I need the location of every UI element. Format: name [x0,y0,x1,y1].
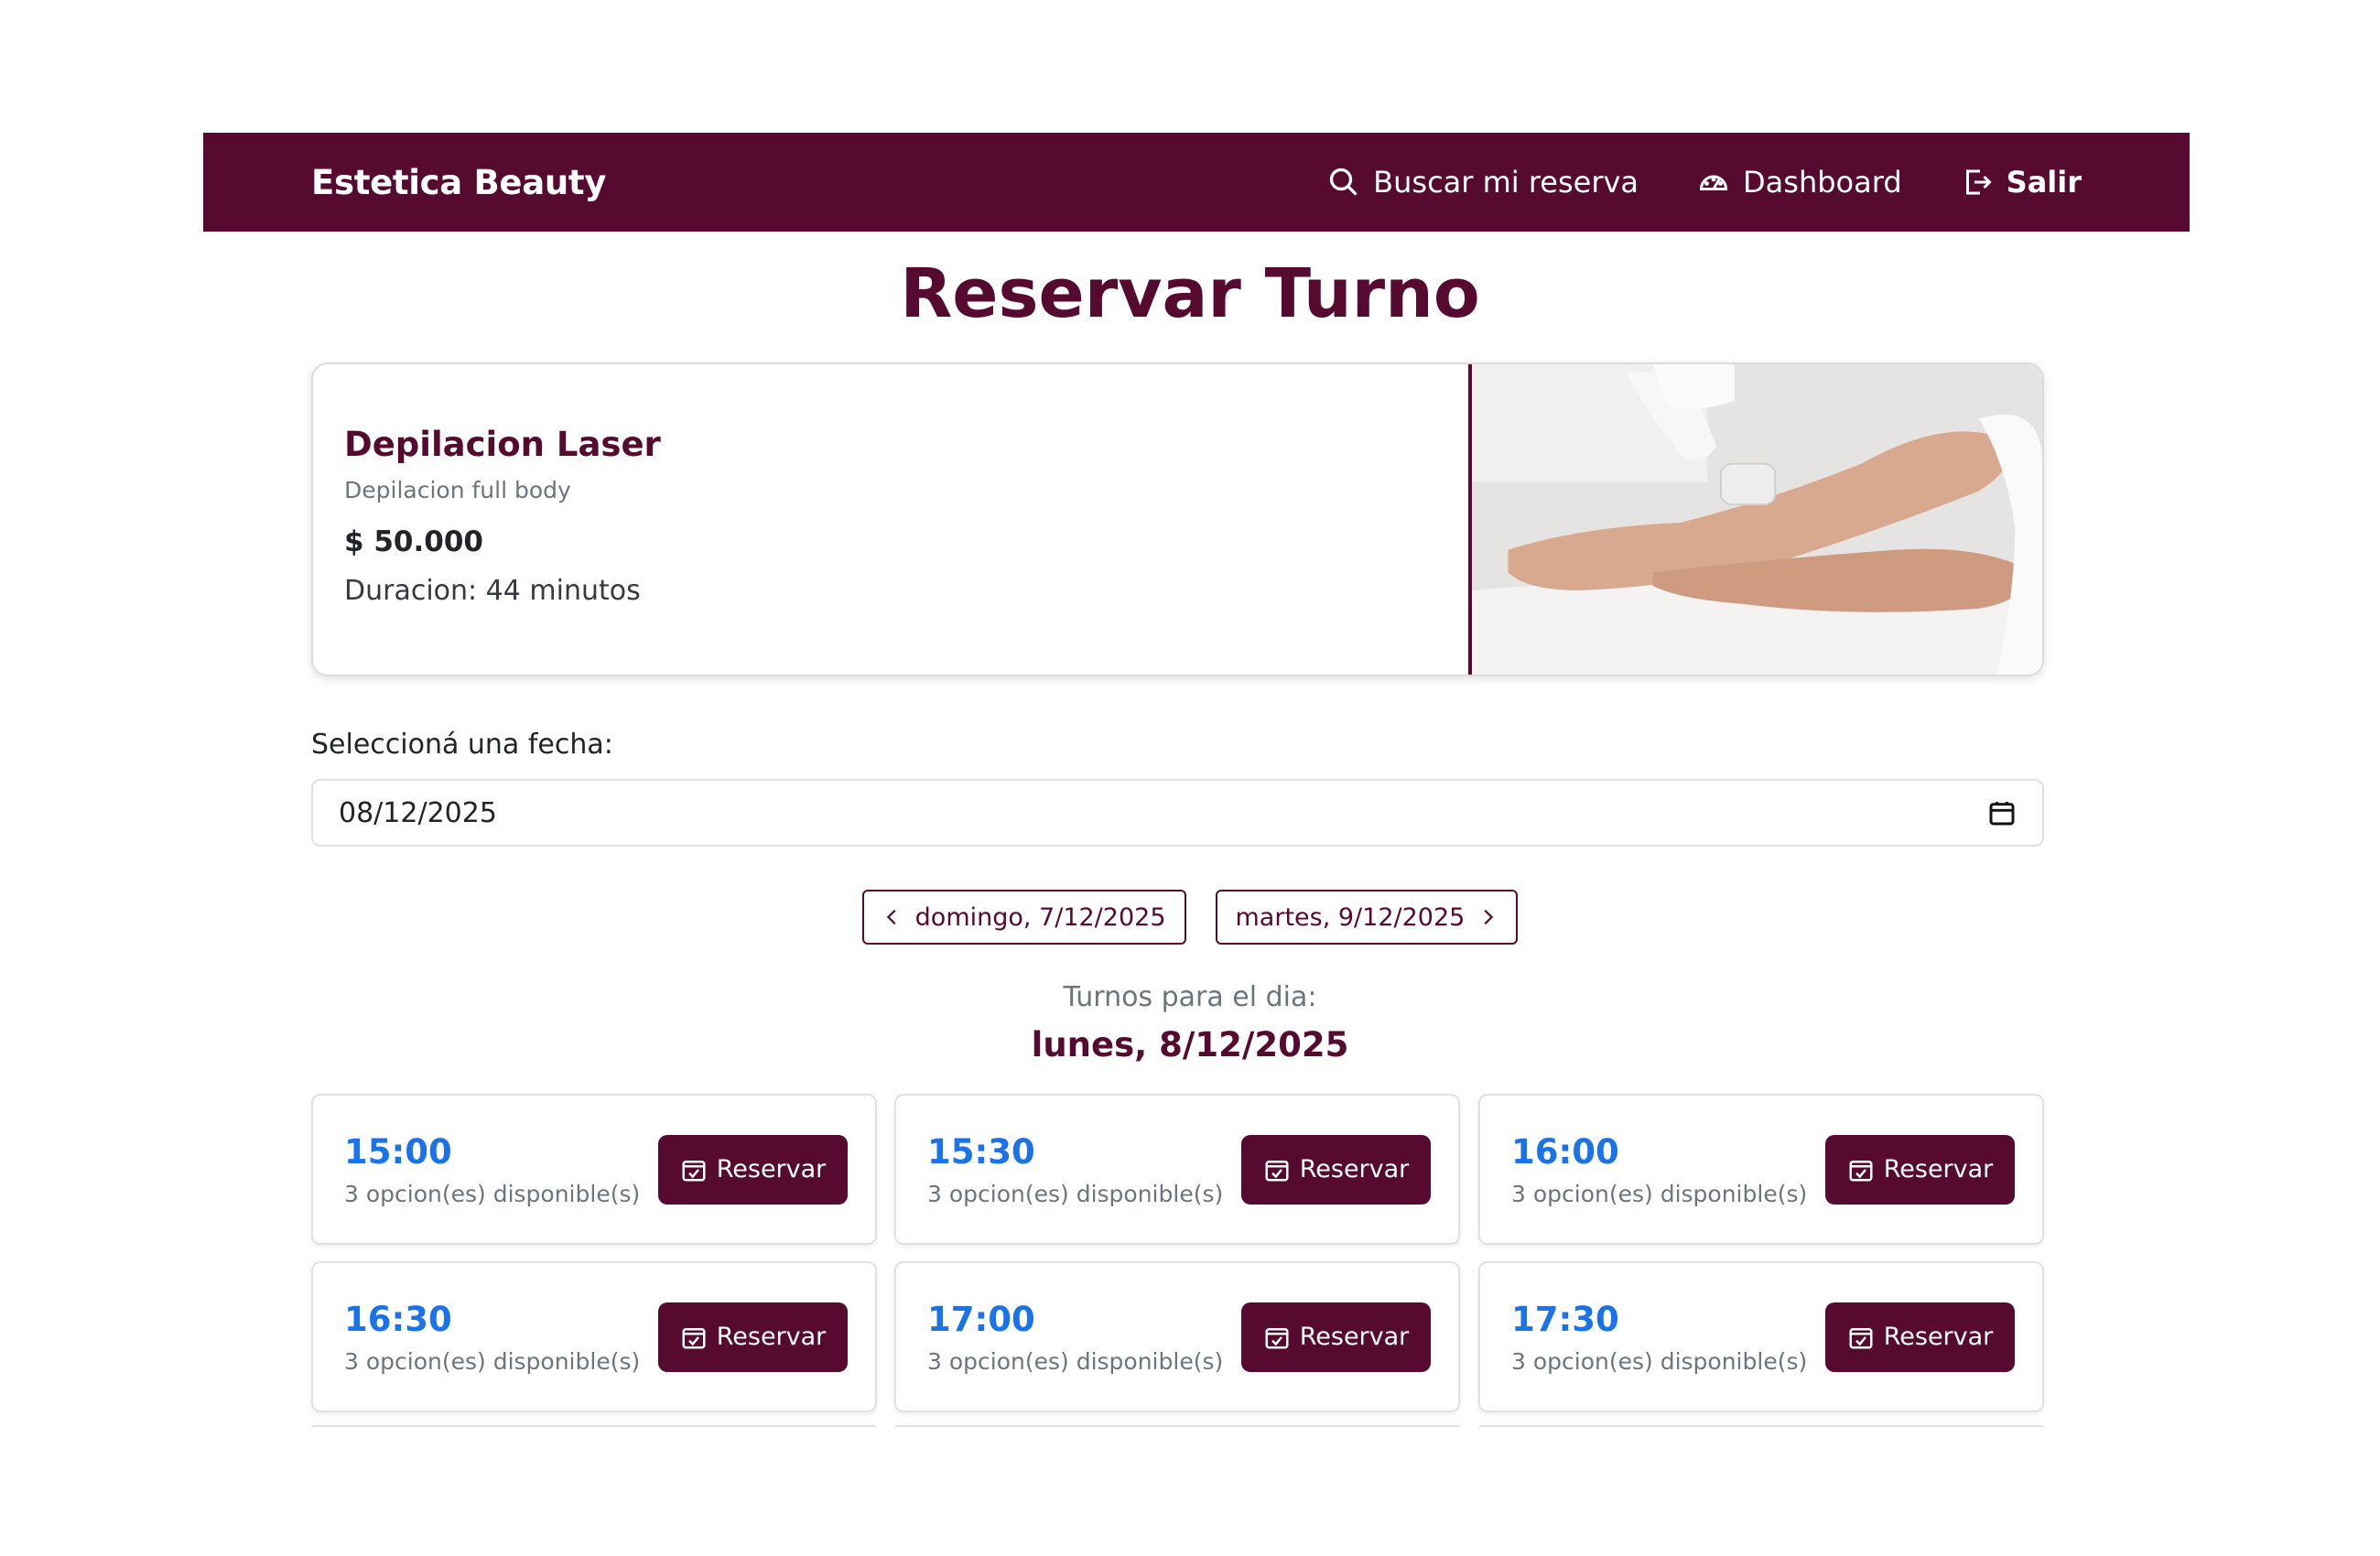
search-icon [1330,167,1358,196]
calendar-check-icon [682,1327,706,1348]
chevron-right-icon [1484,909,1494,925]
calendar-check-icon [682,1160,706,1181]
calendar-icon[interactable] [1987,798,2017,827]
reserve-button[interactable]: Reservar [1241,1134,1431,1205]
laser-treatment-illustration [1472,364,2042,675]
slot-info: 16:00 3 opcion(es) disponible(s) [1511,1132,1807,1207]
date-input-value: 08/12/2025 [339,796,497,829]
reserve-button-label: Reservar [1299,1323,1410,1351]
time-slot-card-partial [1478,1425,2044,1429]
slot-info: 15:00 3 opcion(es) disponible(s) [344,1132,640,1207]
reserve-button-label: Reservar [1883,1155,1994,1183]
slot-availability: 3 opcion(es) disponible(s) [1511,1180,1808,1207]
slot-time: 15:30 [927,1131,1035,1172]
time-slot-card: 16:00 3 opcion(es) disponible(s) Reserva… [1478,1094,2044,1245]
slot-availability: 3 opcion(es) disponible(s) [927,1347,1224,1375]
speedometer-icon [1700,175,1728,190]
page-title: Reservar Turno [900,254,1480,333]
reserve-button[interactable]: Reservar [1825,1134,2015,1205]
slot-info: 17:30 3 opcion(es) disponible(s) [1511,1300,1807,1375]
slot-info: 17:00 3 opcion(es) disponible(s) [927,1300,1223,1375]
service-info: Depilacion Laser Depilacion full body $ … [313,364,1468,675]
next-day-button[interactable]: martes, 9/12/2025 [1215,890,1519,945]
logout-icon [1965,169,1992,195]
time-slot-card: 17:30 3 opcion(es) disponible(s) Reserva… [1478,1261,2044,1412]
reserve-button[interactable]: Reservar [1825,1302,2015,1372]
service-description: Depilacion full body [344,477,571,503]
time-slot-card: 15:30 3 opcion(es) disponible(s) Reserva… [894,1094,1460,1245]
reserve-button[interactable]: Reservar [658,1302,848,1372]
time-slot-card: 17:00 3 opcion(es) disponible(s) Reserva… [894,1261,1460,1412]
chevron-left-icon [886,909,896,925]
nav-link-dashboard[interactable]: Dashboard [1697,165,1902,200]
nav-link-label: Dashboard [1743,165,1902,200]
calendar-check-icon [1265,1160,1289,1181]
nav-link-label: Buscar mi reserva [1373,165,1639,200]
date-label: Seleccioná una fecha: [311,729,613,761]
slot-info: 15:30 3 opcion(es) disponible(s) [927,1132,1223,1207]
reserve-button-label: Reservar [1299,1155,1410,1183]
navbar: Estetica Beauty Buscar mi reserva Dashbo… [203,133,2190,232]
slot-time: 16:30 [344,1299,452,1339]
next-day-label: martes, 9/12/2025 [1235,902,1466,932]
slot-time: 15:00 [344,1131,452,1172]
reserve-button-label: Reservar [716,1155,827,1183]
slot-availability: 3 opcion(es) disponible(s) [344,1347,641,1375]
service-image [1468,364,2042,675]
service-card: Depilacion Laser Depilacion full body $ … [311,362,2044,676]
slot-time: 16:00 [1511,1131,1619,1172]
calendar-check-icon [1265,1327,1289,1348]
reserve-button-label: Reservar [716,1323,827,1351]
slot-availability: 3 opcion(es) disponible(s) [1511,1347,1808,1375]
slots-heading-date: lunes, 8/12/2025 [1031,1025,1349,1064]
slot-info: 16:30 3 opcion(es) disponible(s) [344,1300,640,1375]
slot-availability: 3 opcion(es) disponible(s) [927,1180,1224,1207]
service-name: Depilacion Laser [344,425,661,464]
calendar-check-icon [1849,1327,1873,1348]
reserve-button[interactable]: Reservar [1241,1302,1431,1372]
date-input[interactable]: 08/12/2025 [311,779,2044,847]
time-slot-card: 15:00 3 opcion(es) disponible(s) Reserva… [311,1094,877,1245]
slot-availability: 3 opcion(es) disponible(s) [344,1180,641,1207]
nav-link-label: Salir [2006,165,2082,200]
brand-logo[interactable]: Estetica Beauty [311,163,606,202]
reserve-button[interactable]: Reservar [658,1134,848,1205]
nav-links: Buscar mi reserva Dashboard Salir [1327,165,2082,200]
nav-link-search-booking[interactable]: Buscar mi reserva [1327,165,1639,200]
service-duration: Duracion: 44 minutos [344,575,641,607]
slot-time: 17:00 [927,1299,1035,1339]
calendar-check-icon [1849,1160,1873,1181]
day-navigation: domingo, 7/12/2025 martes, 9/12/2025 [0,890,2380,945]
slot-time: 17:30 [1511,1299,1619,1339]
reserve-button-label: Reservar [1883,1323,1994,1351]
time-slot-card-partial [894,1425,1460,1429]
nav-link-logout[interactable]: Salir [1961,165,2082,200]
time-slot-card-partial [311,1425,877,1429]
slots-heading-label: Turnos para el dia: [1063,981,1317,1013]
previous-day-button[interactable]: domingo, 7/12/2025 [861,890,1186,945]
previous-day-label: domingo, 7/12/2025 [914,902,1166,932]
time-slot-card: 16:30 3 opcion(es) disponible(s) Reserva… [311,1261,877,1412]
service-price: $ 50.000 [344,525,483,558]
